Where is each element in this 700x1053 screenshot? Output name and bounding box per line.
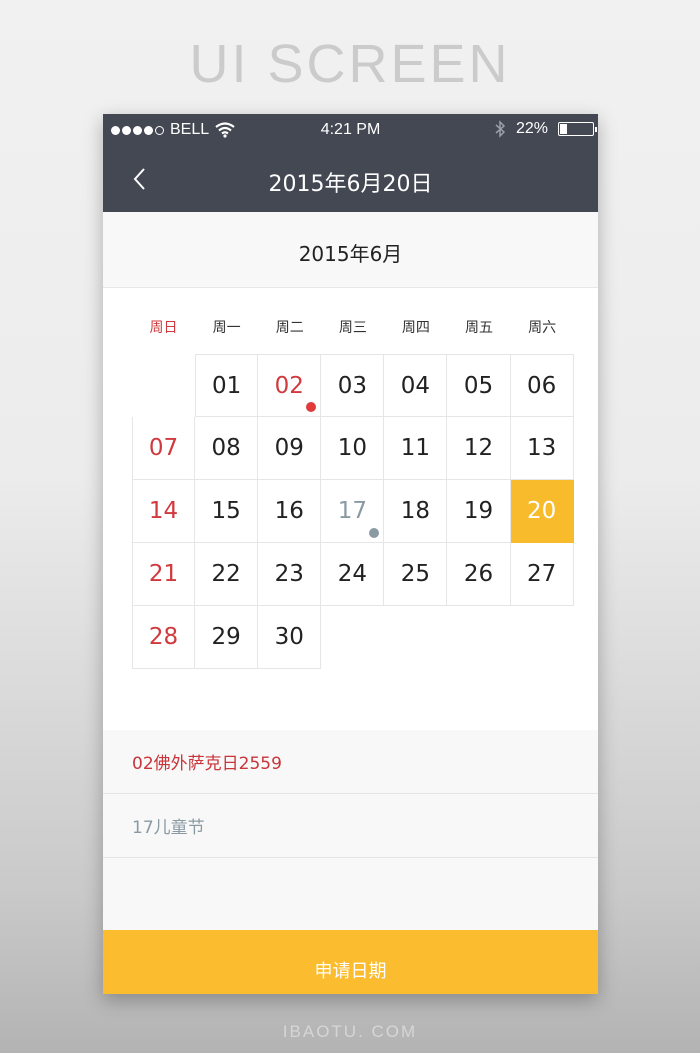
phone-screen: BELL 4:21 PM 22% 2015年6月20日 2015年6月 周日 周… [103, 114, 598, 994]
day-number: 22 [211, 561, 241, 587]
day-cell[interactable]: 12 [447, 417, 511, 480]
empty-day-cell [132, 354, 195, 417]
calendar-week-row: 28 29 30 [132, 606, 574, 669]
day-number: 29 [211, 624, 241, 650]
day-number: 12 [463, 435, 494, 461]
day-cell[interactable]: 22 [195, 543, 259, 606]
empty-day-cell [447, 606, 510, 669]
event-item[interactable]: 02佛外萨克日2559 [103, 730, 598, 794]
day-cell[interactable]: 15 [195, 480, 259, 543]
calendar-week-row: 21 22 23 24 25 26 27 [132, 543, 574, 606]
day-cell[interactable]: 18 [384, 480, 448, 543]
day-number: 17 [337, 498, 367, 524]
day-cell[interactable]: 24 [321, 543, 385, 606]
day-cell[interactable]: 06 [510, 354, 574, 417]
day-cell[interactable]: 28 [132, 606, 196, 669]
event-item[interactable]: 17儿童节 [103, 794, 598, 858]
day-number: 09 [274, 435, 304, 461]
day-number: 15 [211, 498, 241, 524]
empty-day-cell [511, 606, 574, 669]
day-cell[interactable]: 26 [447, 543, 511, 606]
day-number: 24 [337, 561, 367, 587]
status-bar: BELL 4:21 PM 22% [103, 114, 598, 146]
month-header: 2015年6月 [103, 212, 598, 288]
navigation-bar: 2015年6月20日 [103, 146, 598, 212]
day-number: 02 [274, 372, 304, 399]
weekday-label: 周六 [528, 320, 557, 336]
weekday-label: 周一 [212, 320, 241, 336]
day-cell[interactable]: 30 [258, 606, 322, 669]
day-number: 27 [526, 561, 557, 587]
day-cell[interactable]: 08 [195, 417, 259, 480]
empty-day-cell [384, 606, 447, 669]
weekday-label: 周二 [275, 320, 304, 336]
day-cell[interactable]: 23 [258, 543, 322, 606]
status-right: 22% [494, 120, 597, 138]
day-cell[interactable]: 02 [258, 354, 322, 417]
day-number: 06 [526, 372, 557, 399]
day-cell[interactable]: 05 [447, 354, 511, 417]
day-number: 04 [400, 372, 431, 399]
empty-day-cell [321, 606, 384, 669]
day-number: 30 [274, 624, 304, 650]
day-number: 23 [274, 561, 304, 587]
month-title: 2015年6月 [298, 242, 403, 266]
day-number: 10 [337, 435, 367, 461]
day-cell[interactable]: 07 [132, 417, 196, 480]
day-number: 08 [211, 435, 241, 461]
weekday-header: 周日 周一 周二 周三 周四 周五 周六 [132, 317, 574, 337]
day-number: 19 [463, 498, 494, 524]
day-number: 13 [526, 435, 557, 461]
day-cell[interactable]: 10 [321, 417, 385, 480]
day-number: 20 [526, 498, 557, 524]
holiday-marker-dot [306, 402, 317, 412]
bluetooth-icon [495, 120, 506, 138]
day-cell[interactable]: 29 [195, 606, 259, 669]
day-number: 03 [337, 372, 367, 399]
day-cell[interactable]: 04 [384, 354, 448, 417]
banner-title: UI SCREEN [189, 34, 511, 94]
day-cell[interactable]: 25 [384, 543, 448, 606]
battery-icon [558, 122, 597, 136]
apply-date-button[interactable]: 申请日期 [103, 930, 598, 994]
weekday-label: 周五 [465, 320, 494, 336]
day-cell[interactable]: 03 [321, 354, 385, 417]
day-number: 21 [148, 561, 179, 587]
day-number: 16 [274, 498, 304, 524]
day-number: 14 [148, 498, 179, 524]
battery-level [560, 124, 568, 134]
day-number: 11 [400, 435, 431, 461]
battery-percent: 22% [515, 120, 548, 137]
day-number: 01 [212, 372, 242, 399]
day-cell[interactable]: 21 [132, 543, 196, 606]
day-cell[interactable]: 01 [195, 354, 259, 417]
calendar-week-row: 14 15 16 17 18 19 20 [132, 480, 574, 543]
day-cell[interactable]: 16 [258, 480, 322, 543]
day-cell[interactable]: 13 [510, 417, 574, 480]
event-list: 02佛外萨克日2559 17儿童节 [103, 730, 598, 930]
calendar-week-row: 01 02 03 04 05 06 [132, 354, 574, 417]
holiday-marker-dot [369, 528, 380, 538]
day-number: 05 [463, 372, 494, 399]
day-cell[interactable]: 09 [258, 417, 322, 480]
day-number: 07 [148, 435, 179, 461]
day-number: 26 [463, 561, 494, 587]
selected-day-cell[interactable]: 20 [510, 480, 574, 543]
day-cell[interactable]: 17 [321, 480, 385, 543]
day-cell[interactable]: 11 [384, 417, 448, 480]
weekday-label: 周三 [338, 320, 367, 336]
day-number: 25 [400, 561, 431, 587]
day-cell[interactable]: 14 [132, 480, 196, 543]
page-title: 2015年6月20日 [268, 172, 433, 197]
calendar-grid: 01 02 03 04 05 06 07 08 09 10 11 12 13 14 15 16 17 18 19 20… [132, 354, 574, 669]
day-cell[interactable]: 19 [447, 480, 511, 543]
day-number: 28 [148, 624, 179, 650]
weekday-label: 周日 [149, 320, 178, 336]
weekday-label: 周四 [401, 320, 430, 336]
footer-brand: IBAOTU. COM [282, 1022, 418, 1041]
calendar-week-row: 07 08 09 10 11 12 13 [132, 417, 574, 480]
day-number: 18 [400, 498, 431, 524]
day-cell[interactable]: 27 [510, 543, 574, 606]
